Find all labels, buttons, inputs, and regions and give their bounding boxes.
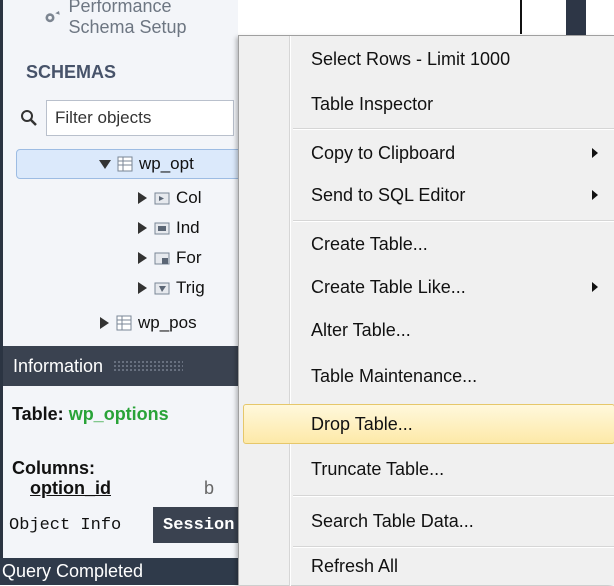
menu-item-send-to-sql-editor[interactable]: Send to SQL Editor [239, 175, 614, 215]
menu-item-label: Alter Table... [311, 319, 411, 340]
context-menu: Select Rows - Limit 1000 Table Inspector… [238, 35, 614, 586]
tree-item-label: For [176, 248, 202, 267]
expanded-triangle-icon [99, 160, 111, 169]
menu-item-refresh-all[interactable]: Refresh All [239, 546, 614, 586]
foreign-keys-folder-icon [154, 252, 170, 265]
menu-separator [293, 220, 614, 222]
table-name-value: wp_options [68, 404, 169, 424]
tree-item-label: wp_pos [138, 313, 197, 332]
menu-item-table-maintenance[interactable]: Table Maintenance... [239, 356, 614, 396]
schemas-heading: SCHEMAS [26, 62, 117, 82]
menu-item-label: Table Maintenance... [311, 365, 478, 386]
status-bar: Query Completed [0, 558, 238, 585]
menu-separator [293, 128, 614, 130]
information-title: Information [13, 355, 104, 376]
tab-object-info[interactable]: Object Info [3, 507, 153, 543]
menu-item-create-table[interactable]: Create Table... [239, 224, 614, 264]
tab-session[interactable]: Session [157, 507, 238, 543]
submenu-arrow-icon [592, 148, 598, 158]
information-panel-header[interactable]: Information [3, 346, 238, 386]
performance-schema-setup-item[interactable]: Performance Schema Setup [44, 0, 238, 37]
navigator-panel: Performance Schema Setup SCHEMAS wp_opt … [0, 0, 238, 585]
columns-folder-icon [154, 192, 170, 205]
filter-row [20, 99, 238, 137]
menu-item-alter-table[interactable]: Alter Table... [239, 310, 614, 350]
tree-item-table-wp-posts[interactable]: wp_pos [98, 308, 197, 338]
tree-item-columns[interactable]: Col [136, 183, 202, 213]
collapsed-triangle-icon [138, 222, 147, 234]
menu-item-drop-table[interactable]: Drop Table... [243, 404, 614, 444]
window-edge [566, 0, 586, 40]
table-icon [116, 315, 132, 331]
menu-item-label: Drop Table... [311, 413, 413, 434]
tree-item-label: wp_opt [139, 154, 194, 173]
table-info-line: Table: wp_options [12, 404, 169, 425]
menu-item-search-table-data[interactable]: Search Table Data... [239, 501, 614, 541]
collapsed-triangle-icon [138, 192, 147, 204]
tree-item-label: Col [176, 188, 202, 207]
menu-item-label: Send to SQL Editor [311, 184, 466, 205]
column-type: b [204, 478, 215, 498]
menu-item-copy-to-clipboard[interactable]: Copy to Clipboard [239, 133, 614, 173]
drag-handle[interactable] [113, 360, 184, 372]
collapsed-triangle-icon [138, 282, 147, 294]
menu-item-table-inspector[interactable]: Table Inspector [239, 84, 614, 124]
tree-item-table-wp-options[interactable]: wp_opt [16, 149, 238, 179]
tree-item-indexes[interactable]: Ind [136, 213, 200, 243]
menu-item-label: Create Table... [311, 233, 428, 254]
menu-item-truncate-table[interactable]: Truncate Table... [239, 449, 614, 489]
text-cursor [520, 0, 522, 34]
tree-item-triggers[interactable]: Trig [136, 273, 205, 303]
collapsed-triangle-icon [100, 317, 109, 329]
info-tabs: Object Info Session [3, 507, 238, 543]
tree-item-foreign-keys[interactable]: For [136, 243, 202, 273]
column-name: option_id [30, 478, 111, 498]
gear-icon [45, 11, 60, 23]
table-label: Table: [12, 404, 64, 424]
menu-item-label: Select Rows - Limit 1000 [311, 48, 511, 69]
table-icon [117, 156, 133, 172]
menu-item-label: Create Table Like... [311, 276, 466, 297]
menu-item-label: Copy to Clipboard [311, 142, 456, 163]
submenu-arrow-icon [592, 282, 598, 292]
menu-item-create-table-like[interactable]: Create Table Like... [239, 267, 614, 307]
status-text: Query Completed [2, 561, 144, 581]
search-icon [21, 110, 37, 126]
indexes-folder-icon [154, 222, 170, 235]
menu-item-label: Truncate Table... [311, 458, 445, 479]
collapsed-triangle-icon [138, 252, 147, 264]
tree-item-label: Trig [176, 278, 205, 297]
performance-schema-setup-label: Performance Schema Setup [68, 0, 187, 37]
menu-item-label: Refresh All [311, 555, 399, 576]
menu-separator [293, 495, 614, 497]
columns-label: Columns: [12, 458, 95, 478]
submenu-arrow-icon [592, 190, 598, 200]
window-border [0, 0, 3, 585]
tree-item-label: Ind [176, 218, 200, 237]
menu-item-select-rows[interactable]: Select Rows - Limit 1000 [239, 39, 614, 79]
filter-objects-input[interactable] [46, 100, 234, 136]
menu-item-label: Search Table Data... [311, 510, 474, 531]
triggers-folder-icon [154, 282, 170, 295]
menu-item-label: Table Inspector [311, 93, 434, 114]
